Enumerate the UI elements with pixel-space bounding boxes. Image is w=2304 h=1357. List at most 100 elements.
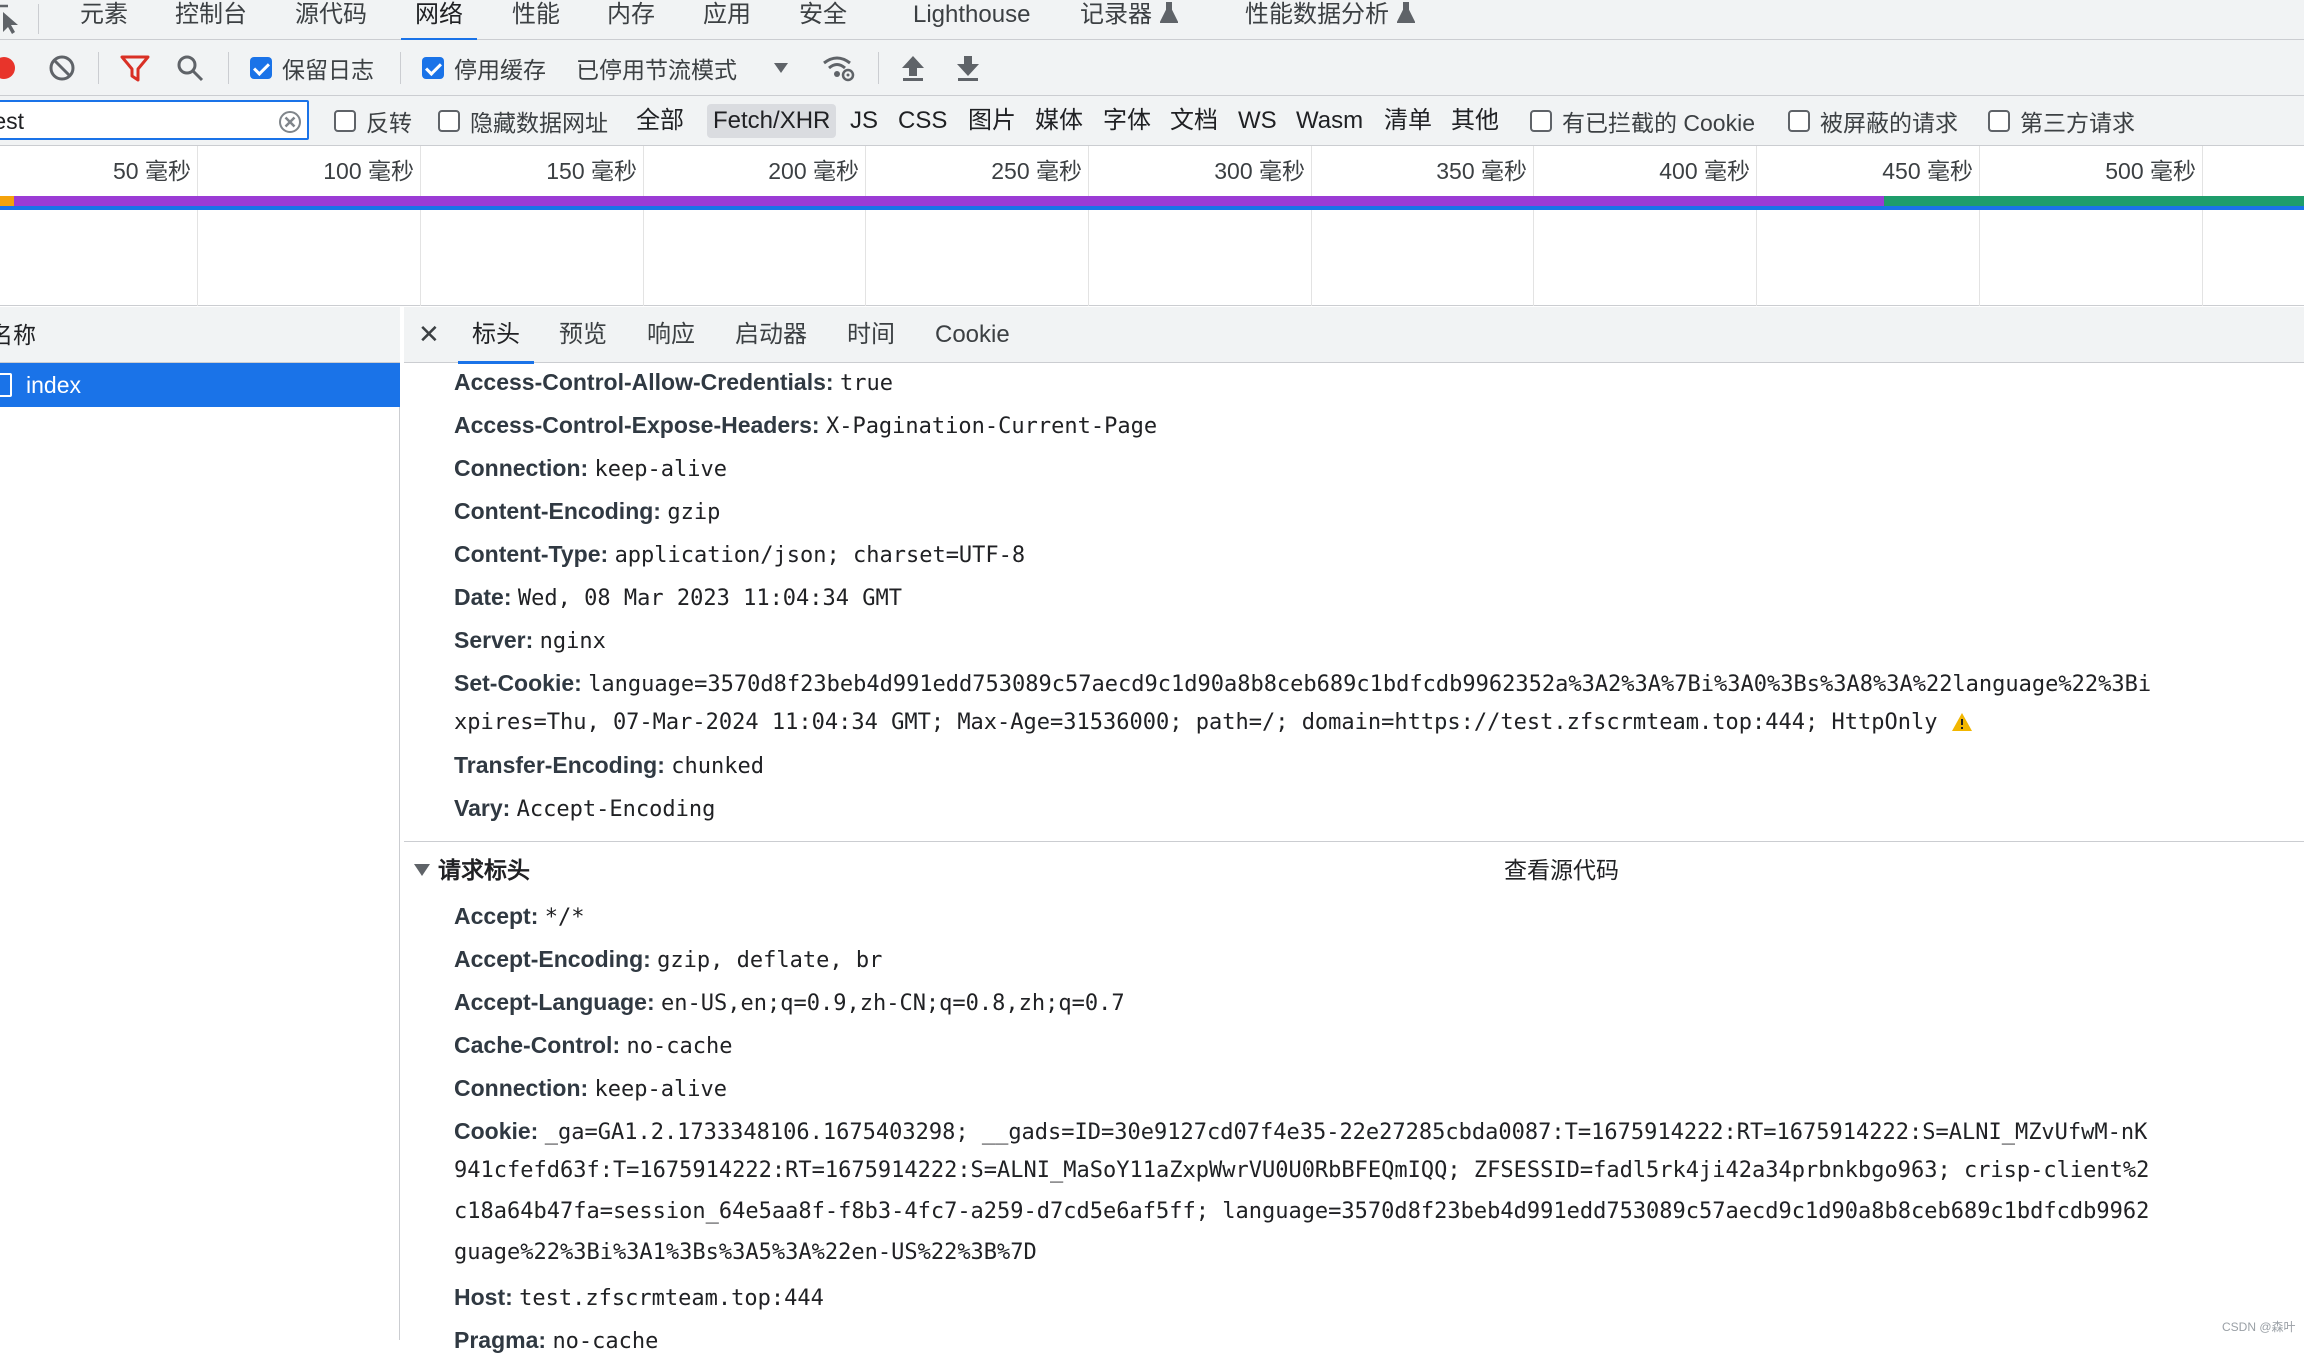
header-value: language=3570d8f23beb4d991edd753089c57ae… (588, 672, 2152, 697)
close-details-icon[interactable]: ✕ (418, 319, 440, 350)
filter-input[interactable] (0, 106, 268, 136)
throttling-select[interactable]: 已停用节流模式 (576, 40, 789, 96)
type-filter-fetch-xhr[interactable]: Fetch/XHR (707, 104, 837, 138)
header-value: _ga=GA1.2.1733348106.1675403298; __gads=… (544, 1120, 2148, 1145)
devtools-main-tabbar: 元素 控制台 源代码 网络 性能 内存 应用 安全 Lighthouse 记录器… (0, 0, 2304, 41)
type-filter-css[interactable]: CSS (892, 104, 953, 138)
tab-sources[interactable]: 源代码 (295, 0, 367, 40)
details-tabbar: ✕ 标头 预览 响应 启动器 时间 Cookie (404, 307, 2304, 364)
type-filter-all[interactable]: 全部 (630, 104, 690, 138)
disable-cache-label: 停用缓存 (454, 57, 546, 83)
toolbar-separator (878, 52, 879, 84)
record-button[interactable] (0, 40, 18, 96)
type-filter-js[interactable]: JS (844, 104, 884, 138)
timeline-ticks: 50 毫秒 100 毫秒 150 毫秒 200 毫秒 250 毫秒 300 毫秒… (0, 146, 2304, 192)
request-headers-section-toggle[interactable]: 请求标头 (414, 853, 530, 887)
type-filter-ws[interactable]: WS (1232, 104, 1283, 138)
network-conditions-button[interactable] (822, 40, 856, 96)
invert-label: 反转 (366, 110, 412, 136)
cookie-continuation: 941cfefd63f:T=1675914222:RT=1675914222:S… (454, 1158, 2150, 1183)
type-filter-img[interactable]: 图片 (962, 104, 1022, 138)
header-name: Accept-Encoding: (454, 946, 651, 972)
header-value: true (839, 371, 893, 396)
blocked-requests-checkbox[interactable]: 被屏蔽的请求 (1788, 96, 1958, 146)
tab-initiator[interactable]: 启动器 (735, 307, 807, 363)
type-filter-wasm[interactable]: Wasm (1290, 104, 1369, 138)
blocked-requests-check-icon (1788, 110, 1810, 132)
type-filter-font[interactable]: 字体 (1097, 104, 1157, 138)
cookie-continuation: guage%22%3Bi%3A1%3Bs%3A5%3A%22en-US%22%3… (454, 1240, 1037, 1265)
header-value: gzip, deflate, br (657, 948, 883, 973)
network-overview-timeline[interactable]: 50 毫秒 100 毫秒 150 毫秒 200 毫秒 250 毫秒 300 毫秒… (0, 146, 2304, 306)
header-name: Connection: (454, 455, 589, 481)
request-header-row: Accept-Language: en-US,en;q=0.9,zh-CN;q=… (454, 987, 1125, 1019)
tab-recorder[interactable]: 记录器 (1080, 0, 1178, 40)
tab-network[interactable]: 网络 (401, 0, 477, 41)
type-filter-manifest[interactable]: 清单 (1378, 104, 1438, 138)
header-value: test.zfscrmteam.top:444 (519, 1286, 824, 1311)
timeline-queue-bar (0, 196, 14, 206)
tab-console[interactable]: 控制台 (175, 0, 247, 40)
timeline-tick-label: 100 毫秒 (323, 158, 414, 184)
response-header-row: Vary: Accept-Encoding (454, 793, 715, 825)
export-har-button[interactable] (955, 40, 981, 96)
header-name: Set-Cookie: (454, 670, 582, 696)
name-column-header[interactable]: 名称 (0, 307, 400, 363)
header-value: Accept-Encoding (516, 797, 716, 822)
import-har-button[interactable] (900, 40, 926, 96)
tab-security[interactable]: 安全 (799, 0, 847, 40)
third-party-check-icon (1988, 110, 2010, 132)
tab-performance[interactable]: 性能 (512, 0, 560, 40)
timeline-tick-label: 250 毫秒 (991, 158, 1082, 184)
disable-cache-checkbox[interactable]: 停用缓存 (422, 40, 546, 96)
cookie-continuation: c18a64b47fa=session_64e5aa8f-f8b3-4fc7-a… (454, 1199, 2150, 1224)
timeline-download-bar (1884, 196, 2304, 206)
toolbar-separator (400, 52, 401, 84)
preserve-log-checkbox[interactable]: 保留日志 (250, 40, 374, 96)
clear-icon (49, 55, 75, 81)
triangle-down-icon (414, 864, 430, 876)
type-filter-media[interactable]: 媒体 (1029, 104, 1089, 138)
blocked-cookies-checkbox[interactable]: 有已拦截的 Cookie (1530, 96, 1755, 146)
tab-preview[interactable]: 预览 (559, 307, 607, 363)
tab-performance-insights[interactable]: 性能数据分析 (1245, 0, 1415, 40)
request-header-row: Pragma: no-cache (454, 1325, 658, 1357)
clear-button[interactable] (48, 40, 76, 96)
tabbar-separator (38, 4, 39, 34)
view-source-link[interactable]: 查看源代码 (1504, 853, 1619, 887)
clear-filter-icon[interactable] (278, 110, 302, 134)
response-header-row: Access-Control-Expose-Headers: X-Paginat… (454, 410, 1157, 442)
header-name: Pragma: (454, 1327, 547, 1353)
preserve-log-label: 保留日志 (282, 57, 374, 83)
request-header-row: Cache-Control: no-cache (454, 1030, 732, 1062)
hide-data-urls-checkbox[interactable]: 隐藏数据网址 (438, 96, 608, 146)
tab-timing[interactable]: 时间 (847, 307, 895, 363)
type-filter-doc[interactable]: 文档 (1164, 104, 1224, 138)
third-party-checkbox[interactable]: 第三方请求 (1988, 96, 2135, 146)
element-picker-icon[interactable] (0, 2, 20, 36)
request-row-index[interactable]: index (0, 363, 400, 407)
tab-headers[interactable]: 标头 (458, 307, 534, 364)
tab-application[interactable]: 应用 (703, 0, 751, 40)
request-headers-title: 请求标头 (438, 857, 530, 883)
tab-response[interactable]: 响应 (647, 307, 695, 363)
type-filter-other[interactable]: 其他 (1445, 104, 1505, 138)
timeline-tick-label: 300 毫秒 (1214, 158, 1305, 184)
header-value-continuation: xpires=Thu, 07-Mar-2024 11:04:34 GMT; Ma… (454, 708, 1973, 738)
tab-cookies[interactable]: Cookie (935, 307, 1010, 363)
header-value: gzip (667, 500, 721, 525)
warning-icon[interactable] (1951, 712, 1973, 732)
tab-lighthouse[interactable]: Lighthouse (913, 0, 1030, 40)
request-list-panel: 名称 index (0, 307, 400, 1340)
tab-elements[interactable]: 元素 (80, 0, 128, 40)
header-name: Access-Control-Allow-Credentials: (454, 369, 834, 395)
invert-checkbox[interactable]: 反转 (334, 96, 412, 146)
search-button[interactable] (176, 40, 204, 96)
filter-toggle-button[interactable] (120, 40, 150, 96)
response-header-row: Content-Encoding: gzip (454, 496, 720, 528)
tab-memory[interactable]: 内存 (607, 0, 655, 40)
header-name: Date: (454, 584, 512, 610)
section-divider (404, 841, 2304, 842)
response-header-row: Date: Wed, 08 Mar 2023 11:04:34 GMT (454, 582, 902, 614)
header-value: no-cache (552, 1329, 659, 1354)
